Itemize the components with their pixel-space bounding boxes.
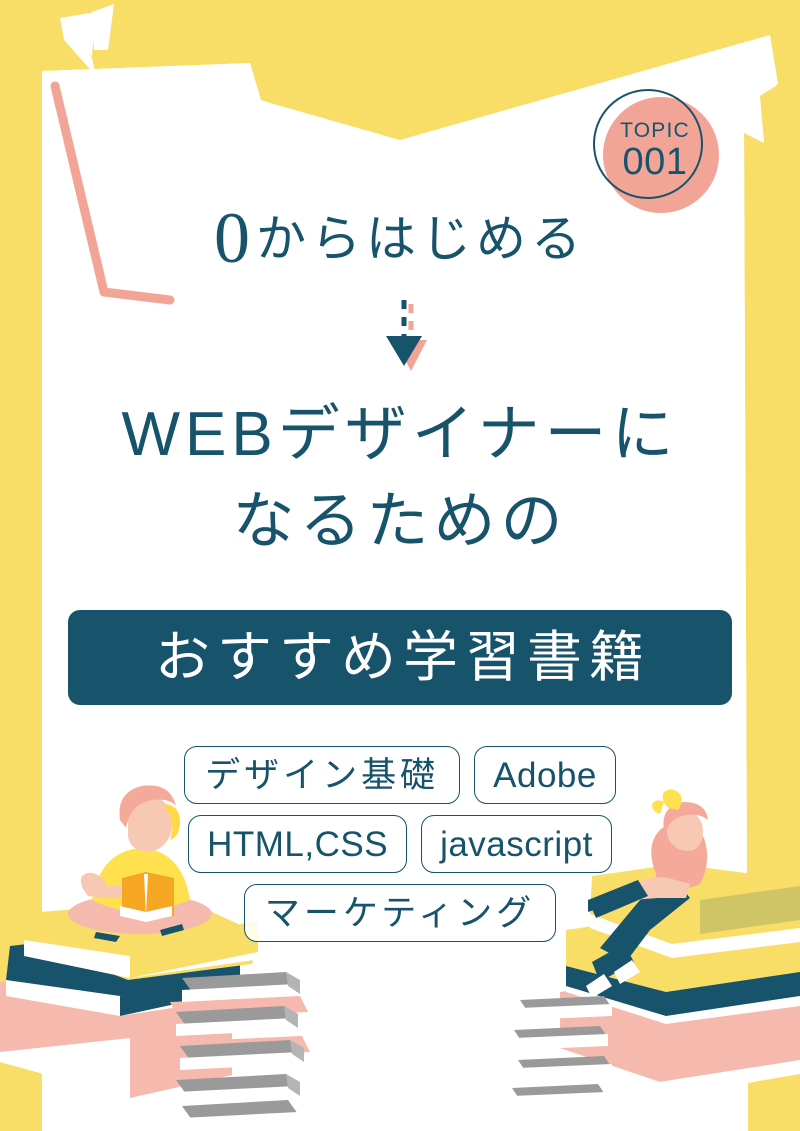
tag-html-css[interactable]: HTML,CSS bbox=[188, 815, 408, 873]
topic-badge-number: 001 bbox=[622, 140, 688, 183]
page-title-line-2: なるための bbox=[232, 486, 568, 556]
kicker-rest: からはじめる bbox=[256, 211, 586, 267]
headline-banner-text: おすすめ学習書籍 bbox=[154, 626, 651, 688]
tag-marketing[interactable]: マーケティング bbox=[243, 884, 557, 942]
tag-row: HTML,CSS javascript bbox=[0, 815, 800, 873]
poster-root: TOPIC 001 0 からはじめる WEBデザイナーに なるための おすすめ学習… bbox=[0, 0, 800, 1131]
kicker-text: 0 からはじめる bbox=[0, 196, 800, 274]
tag-javascript[interactable]: javascript bbox=[421, 815, 612, 873]
tag-adobe[interactable]: Adobe bbox=[474, 746, 616, 804]
tag-design-basics[interactable]: デザイン基礎 bbox=[184, 746, 461, 804]
topic-badge-label: TOPIC bbox=[620, 118, 690, 142]
topic-badge: TOPIC 001 bbox=[599, 94, 711, 206]
page-title-line-1: WEBデザイナーに bbox=[121, 400, 679, 469]
page-title: WEBデザイナーに なるための bbox=[0, 392, 800, 566]
kicker-zero: 0 bbox=[214, 198, 250, 278]
tag-row: マーケティング bbox=[0, 884, 800, 942]
tag-row: デザイン基礎 Adobe bbox=[0, 746, 800, 804]
headline-banner: おすすめ学習書籍 bbox=[68, 610, 732, 705]
tag-list: デザイン基礎 Adobe HTML,CSS javascript マーケティング bbox=[0, 746, 800, 953]
